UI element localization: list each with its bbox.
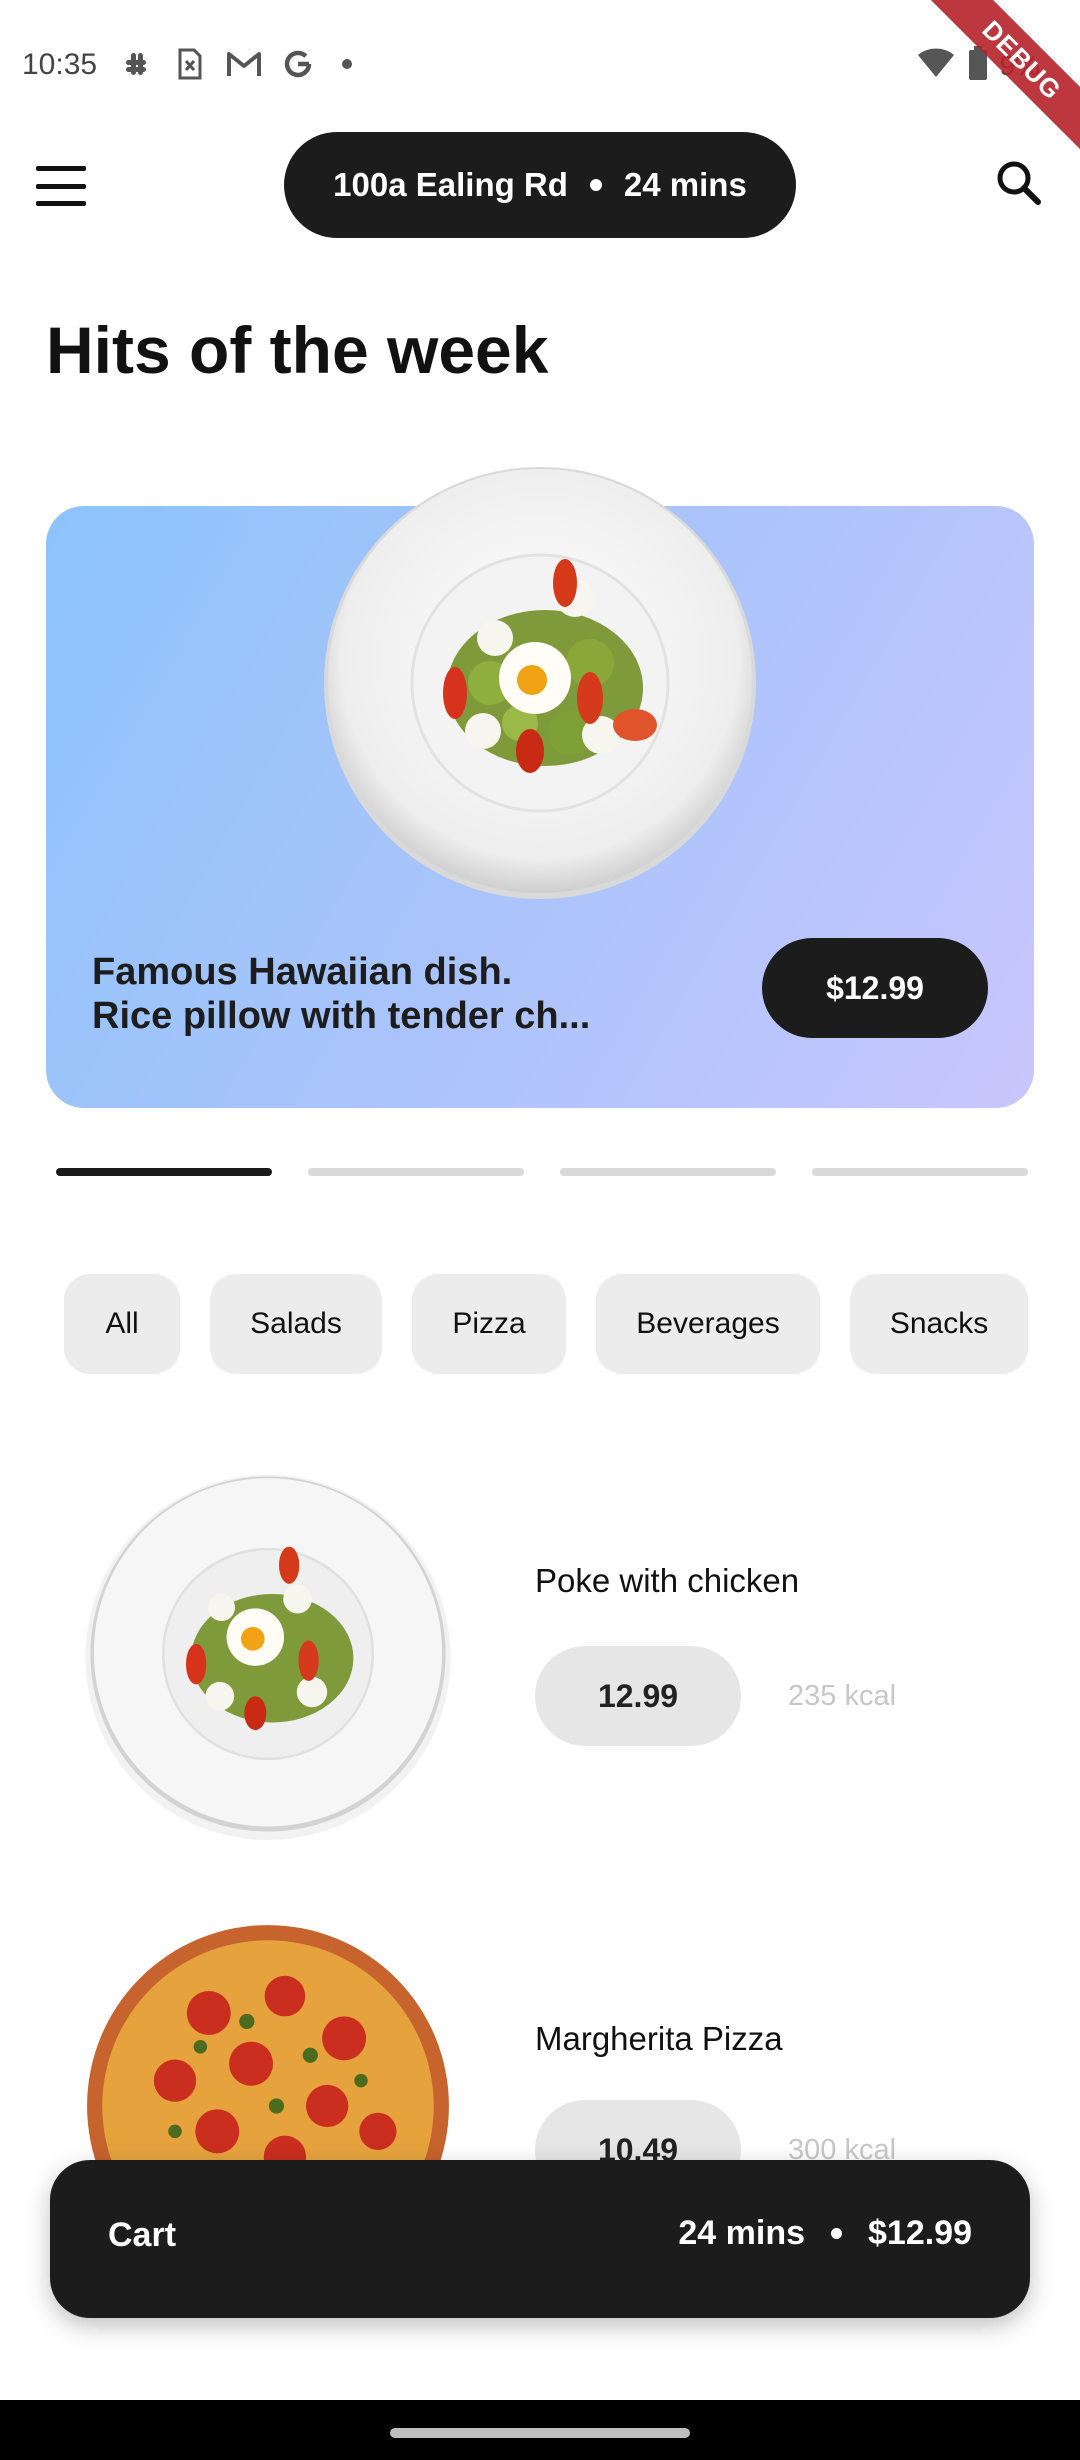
delivery-address: 100a Ealing Rd xyxy=(333,166,568,203)
home-gesture-handle[interactable] xyxy=(390,2428,690,2438)
cart-eta: 24 mins xyxy=(678,2214,805,2252)
cart-total: $12.99 xyxy=(868,2214,972,2252)
system-navigation-bar xyxy=(0,2400,1080,2460)
category-chip-snacks[interactable]: Snacks xyxy=(850,1274,1028,1374)
description-line-2: Rice pillow with tender ch... xyxy=(92,995,591,1037)
gmail-icon xyxy=(226,46,262,82)
featured-dish-description: Famous Hawaiian dish. Rice pillow with t… xyxy=(92,950,652,1038)
product-price-button[interactable]: 12.99 xyxy=(535,1646,741,1746)
page-indicator-3[interactable] xyxy=(560,1168,776,1176)
status-bar: 10:35 9% DEBUG xyxy=(0,0,1080,161)
sim-card-icon xyxy=(172,46,208,82)
notification-icons xyxy=(118,46,352,82)
product-item[interactable]: Poke with chicken 12.99 235 kcal xyxy=(0,1460,1080,1880)
carousel-page-indicator xyxy=(56,1168,1028,1176)
more-notifications-dot xyxy=(342,59,352,69)
menu-icon[interactable] xyxy=(36,166,86,206)
search-icon[interactable] xyxy=(994,158,1044,208)
page-indicator-2[interactable] xyxy=(308,1168,524,1176)
featured-price-button[interactable]: $12.99 xyxy=(762,938,988,1038)
section-title: Hits of the week xyxy=(46,313,549,387)
separator-dot xyxy=(831,2228,842,2239)
page-indicator-1[interactable] xyxy=(56,1168,272,1176)
category-chip-salads[interactable]: Salads xyxy=(210,1274,382,1374)
delivery-eta: 24 mins xyxy=(623,166,747,203)
separator-dot xyxy=(589,179,602,191)
cart-bar[interactable]: Cart 24 mins $12.99 xyxy=(50,2160,1030,2318)
cart-label: Cart xyxy=(108,2216,177,2254)
description-line-1: Famous Hawaiian dish. xyxy=(92,951,513,993)
cart-summary: 24 mins $12.99 xyxy=(678,2214,972,2253)
product-image xyxy=(82,1468,454,1840)
category-filter: All Salads Pizza Beverages Snacks xyxy=(64,1274,1028,1374)
category-chip-pizza[interactable]: Pizza xyxy=(412,1274,566,1374)
category-chip-beverages[interactable]: Beverages xyxy=(596,1274,820,1374)
category-chip-all[interactable]: All xyxy=(64,1274,180,1374)
product-calories: 235 kcal xyxy=(788,1680,897,1712)
slack-icon xyxy=(118,46,154,82)
google-icon xyxy=(280,46,316,82)
wifi-icon xyxy=(916,47,956,84)
status-time: 10:35 xyxy=(22,48,98,81)
page-indicator-4[interactable] xyxy=(812,1168,1028,1176)
product-name: Poke with chicken xyxy=(535,1562,800,1599)
featured-dish-image xyxy=(320,463,760,903)
delivery-location-pill[interactable]: 100a Ealing Rd 24 mins xyxy=(284,132,796,238)
product-name: Margherita Pizza xyxy=(535,2020,783,2057)
